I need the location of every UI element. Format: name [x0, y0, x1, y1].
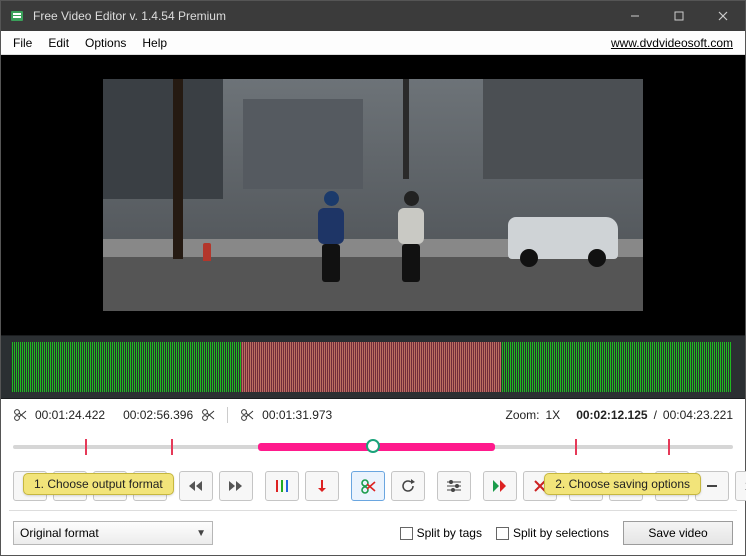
- title-bar: Free Video Editor v. 1.4.54 Premium: [1, 1, 745, 31]
- car-decor: [508, 217, 618, 259]
- cut1-start-time: 00:01:24.422: [35, 408, 105, 422]
- settings-button[interactable]: [437, 471, 471, 501]
- split-by-selections-label: Split by selections: [513, 526, 609, 540]
- footer-row: Original format ▼ Split by tags Split by…: [1, 521, 745, 545]
- checkbox-box: [400, 527, 413, 540]
- cut2-start-time: 00:01:31.973: [262, 408, 332, 422]
- maximize-button[interactable]: [657, 1, 701, 31]
- split-by-tags-label: Split by tags: [417, 526, 482, 540]
- app-icon: [9, 8, 25, 24]
- playhead[interactable]: [366, 439, 380, 453]
- chevron-down-icon: ▼: [196, 528, 206, 539]
- runner-1: [313, 191, 349, 281]
- duration-separator: /: [654, 408, 657, 422]
- menu-help[interactable]: Help: [134, 34, 175, 52]
- apply-button[interactable]: [483, 471, 517, 501]
- video-preview-area: [1, 55, 745, 335]
- cut-button[interactable]: [351, 471, 385, 501]
- save-video-button[interactable]: Save video: [623, 521, 733, 545]
- cut1-end-time: 00:02:56.396: [123, 408, 193, 422]
- rotate-button[interactable]: [391, 471, 425, 501]
- current-time: 00:02:12.125: [576, 408, 647, 422]
- output-format-value: Original format: [20, 526, 99, 540]
- minimize-button[interactable]: [613, 1, 657, 31]
- menu-options[interactable]: Options: [77, 34, 134, 52]
- footer-separator: [9, 510, 737, 511]
- menu-edit[interactable]: Edit: [40, 34, 77, 52]
- checkbox-box: [496, 527, 509, 540]
- split-by-tags-checkbox[interactable]: Split by tags: [400, 526, 482, 540]
- waveform-track[interactable]: [1, 335, 745, 399]
- window-title: Free Video Editor v. 1.4.54 Premium: [33, 9, 613, 23]
- zoom-reset-button[interactable]: 1X: [735, 471, 746, 501]
- close-button[interactable]: [701, 1, 745, 31]
- hydrant-decor: [203, 243, 211, 261]
- markers-button[interactable]: [265, 471, 299, 501]
- timeline-slider[interactable]: [1, 427, 745, 463]
- add-marker-button[interactable]: [305, 471, 339, 501]
- output-format-combo[interactable]: Original format ▼: [13, 521, 213, 545]
- total-duration: 00:04:23.221: [663, 408, 733, 422]
- callout-saving-options: 2. Choose saving options: [544, 473, 701, 495]
- video-frame[interactable]: [103, 79, 643, 311]
- split-by-selections-checkbox[interactable]: Split by selections: [496, 526, 609, 540]
- website-link[interactable]: www.dvdvideosoft.com: [611, 36, 741, 50]
- skip-back-button[interactable]: [179, 471, 213, 501]
- scissors-icon: [201, 408, 215, 422]
- zoom-label: Zoom:: [505, 408, 539, 422]
- scissors-icon: [240, 408, 254, 422]
- menu-file[interactable]: File: [5, 34, 40, 52]
- menu-bar: File Edit Options Help www.dvdvideosoft.…: [1, 31, 745, 55]
- skip-forward-button[interactable]: [219, 471, 253, 501]
- runner-2: [393, 191, 429, 281]
- callout-output-format: 1. Choose output format: [23, 473, 174, 495]
- time-readout-row: 00:01:24.422 00:02:56.396 00:01:31.973 Z…: [1, 399, 745, 427]
- zoom-value: 1X: [546, 408, 561, 422]
- scissors-icon: [13, 408, 27, 422]
